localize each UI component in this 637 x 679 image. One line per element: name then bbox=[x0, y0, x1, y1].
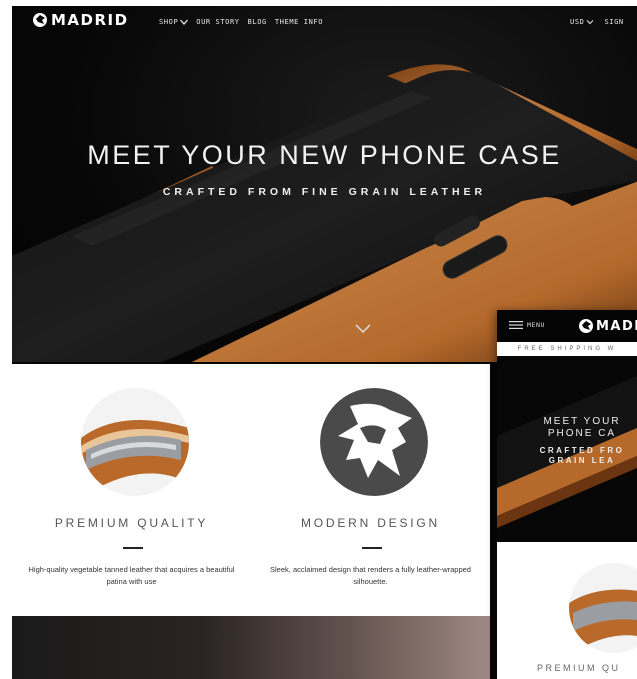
bull-logo-icon bbox=[33, 13, 47, 27]
brand-name: MADRID bbox=[51, 11, 129, 29]
feature-premium-quality: PREMIUM QUALITY High-quality vegetable t… bbox=[12, 364, 251, 616]
leather-case-photo bbox=[81, 388, 189, 496]
feature-title: PREMIUM QUALITY bbox=[54, 516, 209, 530]
mobile-hero-subtitle-line: CRAFTED FRO bbox=[539, 446, 625, 455]
features-section: PREMIUM QUALITY High-quality vegetable t… bbox=[12, 364, 490, 616]
hero-title: MEET YOUR NEW PHONE CASE bbox=[87, 140, 562, 170]
leather-case-icon bbox=[569, 563, 637, 653]
mobile-preview: MENU MADR FREE SHIPPING W MEET YOUR PHON… bbox=[497, 310, 637, 679]
lifestyle-image-strip bbox=[12, 616, 490, 679]
main-nav: SHOP OUR STORY BLOG THEME INFO bbox=[159, 18, 323, 26]
mobile-brand-logo[interactable]: MADR bbox=[578, 318, 637, 334]
bull-logo-graphic bbox=[320, 388, 428, 496]
mobile-hero-subtitle-line: GRAIN LEA bbox=[548, 456, 616, 465]
nav-shop-label: SHOP bbox=[159, 18, 179, 26]
brand-logo[interactable]: MADRID bbox=[32, 11, 129, 29]
nav-theme-info[interactable]: THEME INFO bbox=[275, 18, 323, 26]
mobile-hero-subtitle: CRAFTED FRO GRAIN LEA bbox=[507, 446, 637, 466]
mobile-hero: MEET YOUR PHONE CA CRAFTED FRO GRAIN LEA bbox=[497, 356, 637, 542]
mobile-brand-name: MADR bbox=[596, 318, 637, 334]
mobile-feature-title: PREMIUM QU bbox=[537, 663, 621, 673]
chevron-down-icon bbox=[587, 20, 594, 25]
mobile-hero-title-line: MEET YOUR bbox=[543, 416, 621, 427]
hero-banner: MADRID SHOP OUR STORY BLOG THEME INFO US… bbox=[12, 6, 637, 362]
header-actions: USD SIGN bbox=[570, 18, 624, 26]
divider bbox=[362, 547, 382, 549]
feature-description: High-quality vegetable tanned leather th… bbox=[28, 565, 235, 586]
mobile-menu-label: MENU bbox=[527, 321, 546, 329]
feature-title: MODERN DESIGN bbox=[300, 516, 441, 530]
divider bbox=[123, 547, 143, 549]
feature-description: Sleek, acclaimed design that renders a f… bbox=[270, 565, 471, 586]
sign-in-link[interactable]: SIGN bbox=[604, 18, 623, 26]
scroll-down-chevron-icon[interactable] bbox=[355, 324, 371, 334]
shipping-banner: FREE SHIPPING W bbox=[497, 342, 637, 356]
mobile-hero-title: MEET YOUR PHONE CA bbox=[507, 416, 637, 440]
leather-case-icon bbox=[81, 388, 189, 496]
currency-label: USD bbox=[570, 18, 585, 26]
bull-logo-icon bbox=[320, 388, 428, 496]
phone-case-image bbox=[12, 64, 637, 362]
feature-modern-design: MODERN DESIGN Sleek, acclaimed design th… bbox=[251, 364, 490, 616]
mobile-menu-button[interactable]: MENU bbox=[509, 321, 545, 329]
nav-our-story[interactable]: OUR STORY bbox=[196, 18, 239, 26]
bull-logo-icon bbox=[579, 319, 593, 333]
chevron-down-icon bbox=[180, 19, 189, 25]
top-navigation-bar: MADRID SHOP OUR STORY BLOG THEME INFO US… bbox=[12, 6, 637, 40]
nav-shop[interactable]: SHOP bbox=[159, 18, 189, 26]
mobile-leather-case-photo bbox=[569, 563, 637, 653]
hamburger-icon bbox=[509, 321, 523, 329]
nav-blog[interactable]: BLOG bbox=[248, 18, 267, 26]
hero-subtitle: CRAFTED FROM FINE GRAIN LEATHER bbox=[162, 186, 487, 198]
mobile-hero-title-line: PHONE CA bbox=[547, 428, 617, 439]
mobile-header: MENU MADR bbox=[497, 310, 637, 342]
currency-selector[interactable]: USD bbox=[570, 18, 594, 26]
